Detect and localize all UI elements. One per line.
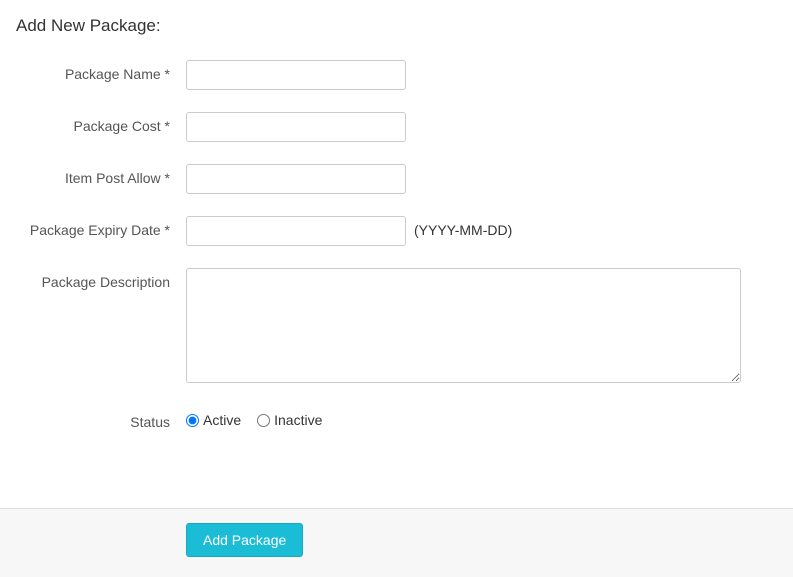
- row-status: Status Active Inactive: [16, 408, 777, 430]
- package-name-label: Package Name *: [16, 60, 186, 82]
- add-package-button[interactable]: Add Package: [186, 523, 303, 557]
- expiry-date-hint: (YYYY-MM-DD): [414, 216, 512, 238]
- status-active-radio[interactable]: [186, 414, 199, 427]
- package-name-input[interactable]: [186, 60, 406, 90]
- expiry-date-input[interactable]: [186, 216, 406, 246]
- item-post-allow-label: Item Post Allow *: [16, 164, 186, 186]
- row-description: Package Description: [16, 268, 777, 386]
- status-label: Status: [16, 408, 186, 430]
- page-title: Add New Package:: [16, 16, 777, 36]
- row-package-name: Package Name *: [16, 60, 777, 90]
- row-item-post-allow: Item Post Allow *: [16, 164, 777, 194]
- status-active-label[interactable]: Active: [203, 412, 241, 428]
- status-inactive-radio[interactable]: [257, 414, 270, 427]
- package-cost-label: Package Cost *: [16, 112, 186, 134]
- description-label: Package Description: [16, 268, 186, 290]
- item-post-allow-input[interactable]: [186, 164, 406, 194]
- row-expiry-date: Package Expiry Date * (YYYY-MM-DD): [16, 216, 777, 246]
- form-footer: Add Package: [0, 508, 793, 577]
- status-inactive-label[interactable]: Inactive: [274, 412, 322, 428]
- expiry-date-label: Package Expiry Date *: [16, 216, 186, 238]
- row-package-cost: Package Cost *: [16, 112, 777, 142]
- package-cost-input[interactable]: [186, 112, 406, 142]
- description-textarea[interactable]: [186, 268, 741, 383]
